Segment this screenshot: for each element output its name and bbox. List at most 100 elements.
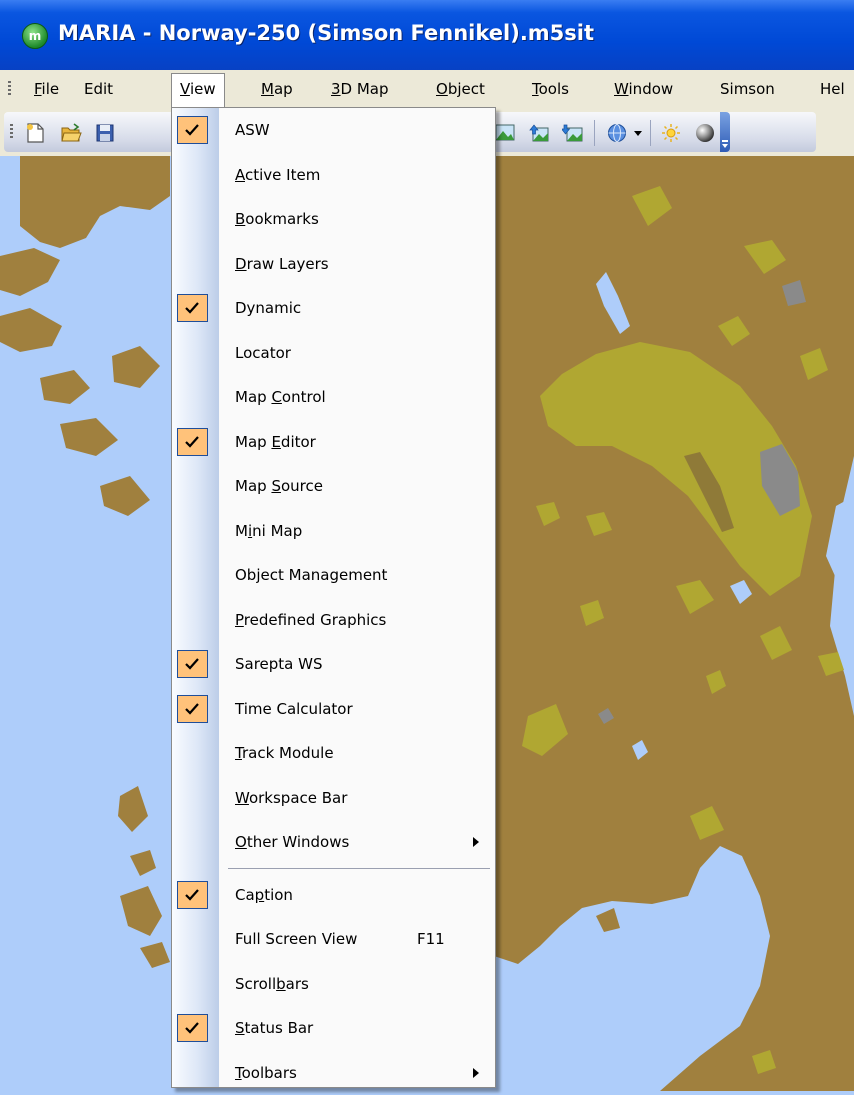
menu-label-text: ookmarks [245,210,319,228]
menu-view[interactable]: View [171,73,225,109]
checkmark-icon [177,650,208,678]
menu-object[interactable]: Object [436,74,485,104]
checkmark-icon [177,427,208,456]
menu-mnemonic: M [261,80,274,98]
menu-window[interactable]: Window [614,74,673,104]
menu-item-label: Bookmarks [235,197,319,241]
menu-shortcut: F11 [417,930,445,948]
menu-item-label: Map Control [235,375,326,419]
toolbar-overflow-icon[interactable] [720,112,730,152]
menu-label: D Map [340,80,389,98]
menu-map[interactable]: Map [261,74,293,104]
menu-label-text: Sarepta WS [235,655,323,673]
menu-edit[interactable]: Edit [84,74,113,104]
menu-label-text: Scroll [235,974,277,993]
menu-item-other-windows[interactable]: Other Windows [172,820,495,864]
menu-item-dynamic[interactable]: Dynamic [172,286,495,330]
menu-item-asw[interactable]: ASW [172,108,495,152]
menu-item-map-control[interactable]: Map Control [172,375,495,419]
submenu-arrow-icon [473,837,479,847]
map-export-icon[interactable] [562,122,584,144]
menu-separator [228,867,490,869]
toolbar-grip[interactable] [10,124,13,140]
menu-item-scrollbars[interactable]: Scrollbars [172,962,495,1006]
menu-file[interactable]: File [34,74,59,104]
save-icon[interactable] [94,122,116,144]
menu-label: ap [273,80,293,98]
menu-label-text: ther Windows [246,833,350,851]
menu-mnemonic: O [436,80,448,98]
menu-label-text: tion [264,885,293,904]
menu-item-label: Active Item [235,153,320,197]
menu-mnemonic: C [271,388,282,406]
menu-label-text: ource [280,477,323,495]
menu-label-text: ASW [235,121,270,139]
menu-item-label: Map Editor [235,420,316,464]
globe-icon[interactable] [606,122,628,144]
menu-item-draw-layers[interactable]: Draw Layers [172,242,495,286]
menu-mnemonic: O [235,833,247,851]
menu-item-label: Time Calculator [235,687,353,731]
open-folder-icon[interactable] [60,122,82,144]
menu-mnemonic: E [271,432,281,451]
menu-item-map-editor[interactable]: Map Editor [172,420,495,464]
menu-item-object-management[interactable]: Object Management [172,553,495,597]
menu-item-time-calculator[interactable]: Time Calculator [172,687,495,731]
menu-item-workspace-bar[interactable]: Workspace Bar [172,776,495,820]
menu-label: ile [41,80,60,98]
menu-item-label: Predefined Graphics [235,598,386,642]
sun-icon[interactable] [660,122,682,144]
menu-label-text: tatus Bar [244,1019,314,1037]
menu-item-predefined-graphics[interactable]: Predefined Graphics [172,598,495,642]
menu-label: ools [538,80,569,98]
menu-item-bookmarks[interactable]: Bookmarks [172,197,495,241]
menu-item-full-screen-view[interactable]: Full Screen View F11 [172,917,495,961]
menu-item-active-item[interactable]: Active Item [172,153,495,197]
menu-item-label: Locator [235,331,291,375]
menu-mnemonic: T [532,80,539,98]
menu-label-text: Ca [235,885,255,904]
view-menu-dropdown: ASW Active Item Bookmarks Draw Layers Dynami… [171,107,496,1088]
sphere-icon[interactable] [694,122,716,144]
checkmark-icon [177,294,208,322]
menu-label: Simson [720,80,775,98]
menu-item-locator[interactable]: Locator [172,331,495,375]
menu-item-label: Mini Map [235,509,302,553]
map-layer-icon[interactable] [494,122,516,144]
menu-label-text: M [235,521,248,540]
menu-item-toolbars[interactable]: Toolbars [172,1051,495,1095]
menu-3d-map[interactable]: 3D Map [331,74,389,104]
menu-simson[interactable]: Simson [720,74,775,104]
menu-label-text: oolbars [241,1063,297,1082]
menu-label-text: ni Map [252,521,303,540]
menu-item-status-bar[interactable]: Status Bar [172,1006,495,1050]
window-title: MARIA - Norway-250 (Simson Fennikel).m5s… [58,21,595,45]
maria-app-icon[interactable]: m [22,23,48,49]
menu-item-mini-map[interactable]: Mini Map [172,509,495,553]
menu-mnemonic: B [235,210,246,228]
menu-mnemonic: F [34,80,42,98]
menu-help[interactable]: Hel [820,74,845,104]
menu-item-label: Caption [235,873,293,917]
menu-mnemonic: V [180,80,190,98]
checkmark-icon [177,694,208,723]
map-import-icon[interactable] [528,122,550,144]
menu-item-sarepta-ws[interactable]: Sarepta WS [172,642,495,686]
menu-item-label: Workspace Bar [235,776,347,820]
menu-tools[interactable]: Tools [532,74,569,104]
menu-item-map-source[interactable]: Map Source [172,464,495,508]
menu-item-track-module[interactable]: Track Module [172,731,495,775]
menubar-grip[interactable] [8,81,11,97]
menu-bar: File Edit View Map 3D Map Object Tools Window Si… [0,70,854,109]
menu-mnemonic: T [235,1063,242,1082]
menu-mnemonic: S [271,477,281,495]
menu-mnemonic: 3 [331,80,341,98]
menu-label-text: Map [235,388,272,406]
menu-item-caption[interactable]: Caption [172,873,495,917]
title-bar[interactable]: m MARIA - Norway-250 (Simson Fennikel).m… [0,0,854,70]
menu-item-label: Scrollbars [235,962,309,1006]
dropdown-arrow-icon[interactable] [634,131,642,136]
menu-item-label: Full Screen View [235,917,357,961]
menu-item-label: Object Management [235,553,387,597]
new-file-icon[interactable] [24,122,46,144]
